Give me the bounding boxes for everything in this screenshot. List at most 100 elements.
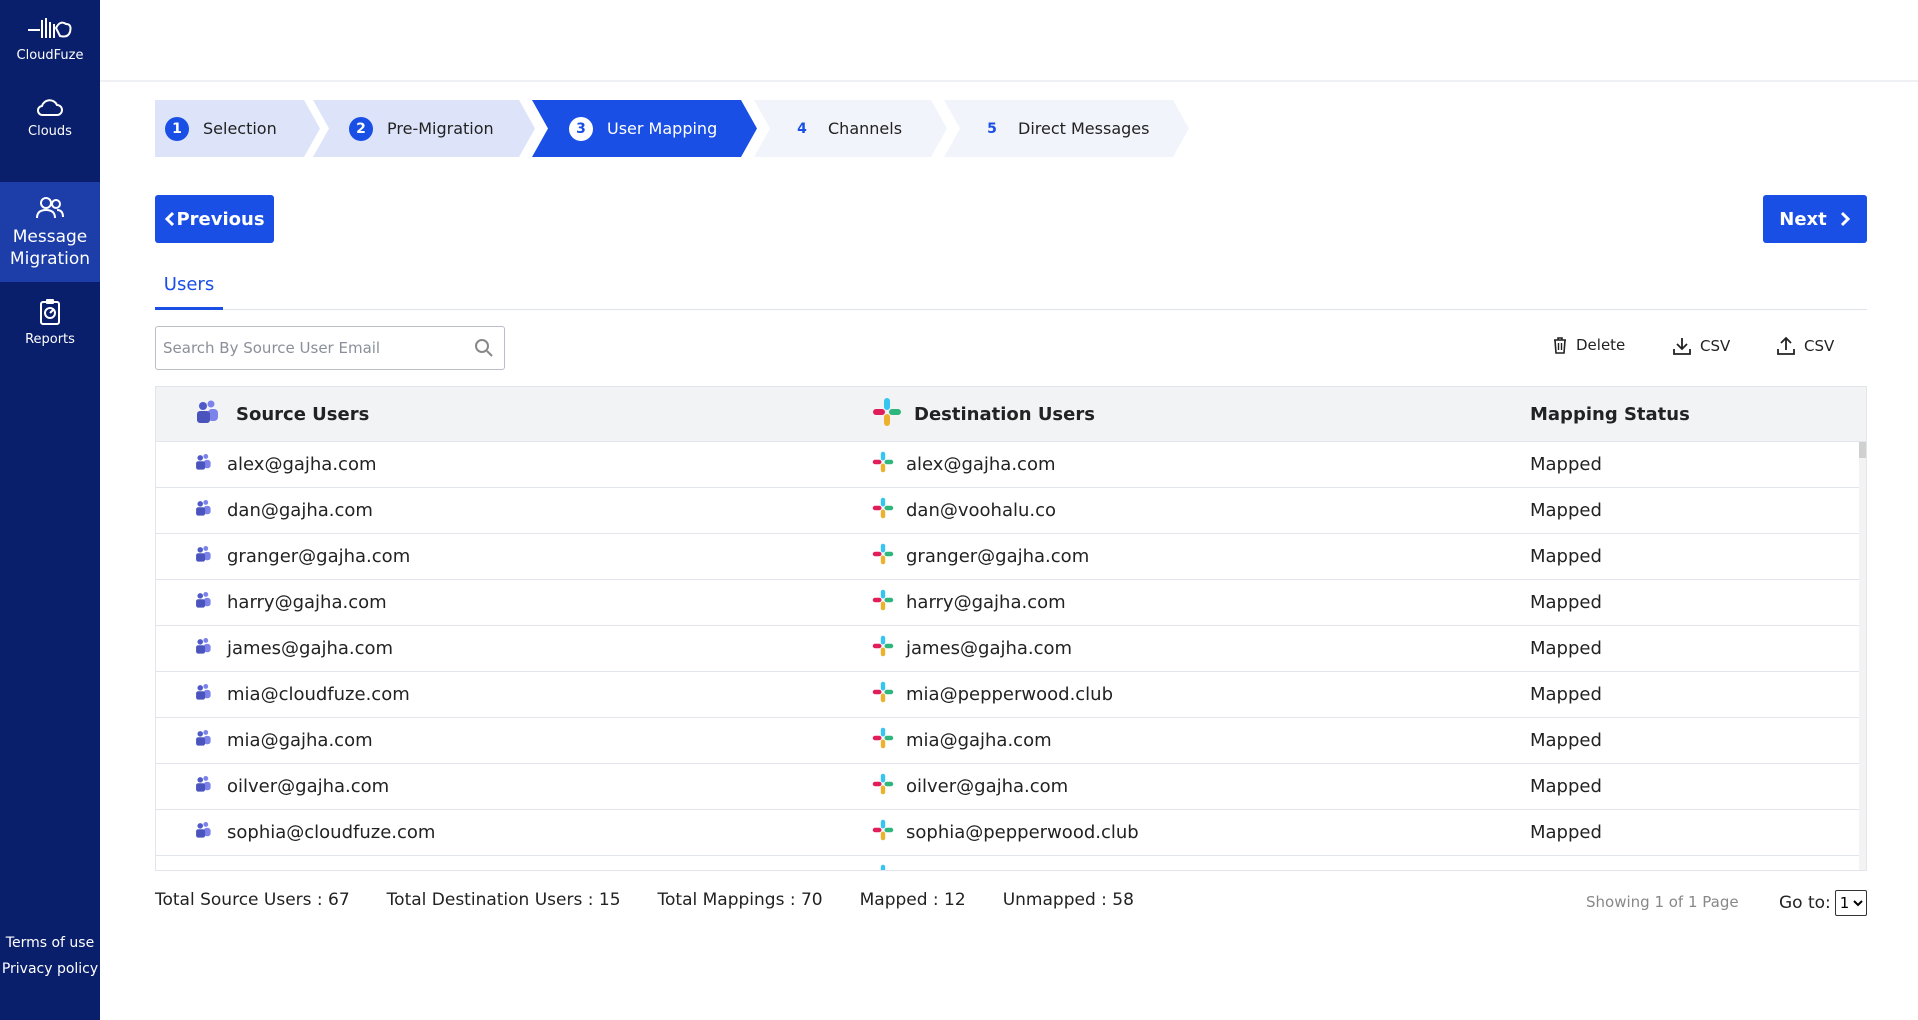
total-destination-users: Total Destination Users : 15 — [386, 890, 621, 910]
mapping-status: Mapped — [1530, 730, 1602, 751]
slack-icon — [872, 543, 894, 570]
sidebar-item-label: Reports — [25, 332, 75, 347]
slack-icon — [872, 589, 894, 616]
terms-of-use-link[interactable]: Terms of use — [0, 930, 100, 956]
slack-icon — [872, 397, 902, 432]
source-user-email: james@gajha.com — [227, 638, 394, 659]
source-user-email: granger@gajha.com — [227, 546, 411, 567]
sidebar-item-label: Clouds — [28, 124, 72, 139]
destination-user-email: dan@voohalu.co — [906, 500, 1057, 521]
mapping-stats: Total Source Users : 67 Total Destinatio… — [155, 890, 1171, 910]
table-row[interactable]: alex@gajha.com alex@gajha.com Mapped — [156, 442, 1861, 488]
mapping-status: Mapped — [1530, 638, 1602, 659]
cloudfuze-logo[interactable]: CloudFuze — [0, 14, 100, 63]
total-mappings: Total Mappings : 70 — [657, 890, 823, 910]
table-row[interactable]: dan@gajha.com dan@voohalu.co Mapped — [156, 488, 1861, 534]
table-row[interactable]: oilver@gajha.com oilver@gajha.com Mapped — [156, 764, 1861, 810]
destination-user-email: mia@gajha.com — [906, 730, 1052, 751]
destination-users-header: Destination Users — [914, 403, 1095, 425]
mapping-status: Mapped — [1530, 684, 1602, 705]
source-user-email: harry@gajha.com — [227, 592, 387, 613]
step-user-mapping[interactable]: 3 User Mapping — [532, 100, 757, 157]
delete-label: Delete — [1576, 336, 1626, 354]
destination-user-email: harry@gajha.com — [906, 592, 1066, 613]
sidebar-footer-links: Terms of use Privacy policy — [0, 930, 100, 982]
privacy-policy-link[interactable]: Privacy policy — [0, 956, 100, 982]
table-row[interactable]: granger@gajha.com granger@gajha.com Mapped — [156, 534, 1861, 580]
slack-icon — [872, 819, 894, 846]
unmapped-count: Unmapped : 58 — [1002, 890, 1134, 910]
next-button[interactable]: Next — [1763, 195, 1867, 243]
download-csv-button[interactable]: CSV — [1672, 336, 1730, 356]
table-scrollbar[interactable] — [1859, 442, 1866, 870]
clipboard-icon — [40, 299, 60, 325]
destination-user-email: oilver@gajha.com — [906, 776, 1069, 797]
top-bar — [100, 0, 1918, 82]
step-pre-migration[interactable]: 2 Pre-Migration — [313, 100, 535, 157]
teams-icon — [194, 637, 212, 660]
table-row[interactable]: sophia@cloudfuze.com sophia@pepperwood.cl… — [156, 810, 1861, 856]
user-mapping-table: Source Users Destination Users Mapping S… — [155, 386, 1867, 871]
step-direct-messages[interactable]: 5 Direct Messages — [944, 100, 1189, 157]
step-number: 5 — [987, 120, 997, 137]
goto-page: Go to: 1 — [1779, 890, 1867, 916]
table-row[interactable]: mia@cloudfuze.com mia@pepperwood.club Mapp… — [156, 672, 1861, 718]
sidebar-item-clouds[interactable]: Clouds — [0, 98, 100, 158]
step-label: Channels — [828, 119, 903, 138]
total-source-users: Total Source Users : 67 — [155, 890, 350, 910]
cloudfuze-logo-icon — [28, 18, 72, 38]
source-user-email: alex@gajha.com — [227, 454, 377, 475]
source-user-email: sophia@cloudfuze.com — [227, 822, 436, 843]
step-number: 2 — [349, 117, 373, 141]
mapping-status: Mapped — [1530, 776, 1602, 797]
teams-icon — [194, 591, 212, 614]
table-header: Source Users Destination Users Mapping S… — [156, 387, 1866, 442]
table-row[interactable]: mia@gajha.com mia@gajha.com Mapped — [156, 718, 1861, 764]
step-label: User Mapping — [607, 119, 718, 138]
search-input[interactable] — [156, 327, 456, 369]
step-channels[interactable]: 4 Channels — [754, 100, 947, 157]
table-row[interactable]: harry@gajha.com harry@gajha.com Mapped — [156, 580, 1861, 626]
slack-icon — [872, 451, 894, 478]
slack-icon — [872, 497, 894, 524]
chevron-right-icon — [1840, 211, 1850, 227]
teams-icon — [194, 775, 212, 798]
tab-users[interactable]: Users — [155, 262, 223, 310]
search-icon[interactable] — [474, 338, 494, 362]
slack-icon — [872, 864, 894, 870]
mapping-status-header: Mapping Status — [1530, 403, 1690, 425]
download-csv-label: CSV — [1700, 337, 1731, 355]
sidebar-item-reports[interactable]: Reports — [0, 298, 100, 358]
step-selection[interactable]: 1 Selection — [155, 100, 320, 157]
mapping-status: Mapped — [1530, 454, 1602, 475]
mapped-count: Mapped : 12 — [859, 890, 966, 910]
mapping-status: Mapped — [1530, 546, 1602, 567]
step-number: 3 — [569, 117, 593, 141]
previous-button[interactable]: Previous — [155, 195, 274, 243]
step-number: 4 — [797, 120, 807, 137]
teams-icon — [194, 729, 212, 752]
teams-icon — [194, 399, 220, 430]
destination-user-email: james@gajha.com — [906, 638, 1073, 659]
destination-user-email: mia@pepperwood.club — [906, 684, 1114, 705]
slack-icon — [872, 635, 894, 662]
upload-csv-button[interactable]: CSV — [1776, 336, 1834, 356]
chevron-left-icon — [165, 211, 175, 227]
tab-bar: Users — [155, 262, 1867, 310]
teams-icon — [194, 821, 212, 844]
next-label: Next — [1779, 208, 1827, 230]
teams-icon — [194, 499, 212, 522]
goto-label: Go to: — [1779, 893, 1831, 913]
table-row[interactable]: james@gajha.com james@gajha.com Mapped — [156, 626, 1861, 672]
mapping-status: Mapped — [1530, 822, 1602, 843]
search-box — [155, 326, 505, 370]
download-icon — [1673, 338, 1691, 355]
slack-icon — [872, 681, 894, 708]
delete-button[interactable]: Delete — [1552, 336, 1625, 354]
page-select[interactable]: 1 — [1834, 890, 1867, 916]
sidebar-item-message-migration[interactable]: Message Migration — [0, 182, 100, 282]
source-user-email: mia@gajha.com — [227, 730, 373, 751]
teams-icon — [194, 545, 212, 568]
sidebar: CloudFuze Clouds Message Migration Repor… — [0, 0, 100, 1020]
destination-user-email: granger@gajha.com — [906, 546, 1090, 567]
